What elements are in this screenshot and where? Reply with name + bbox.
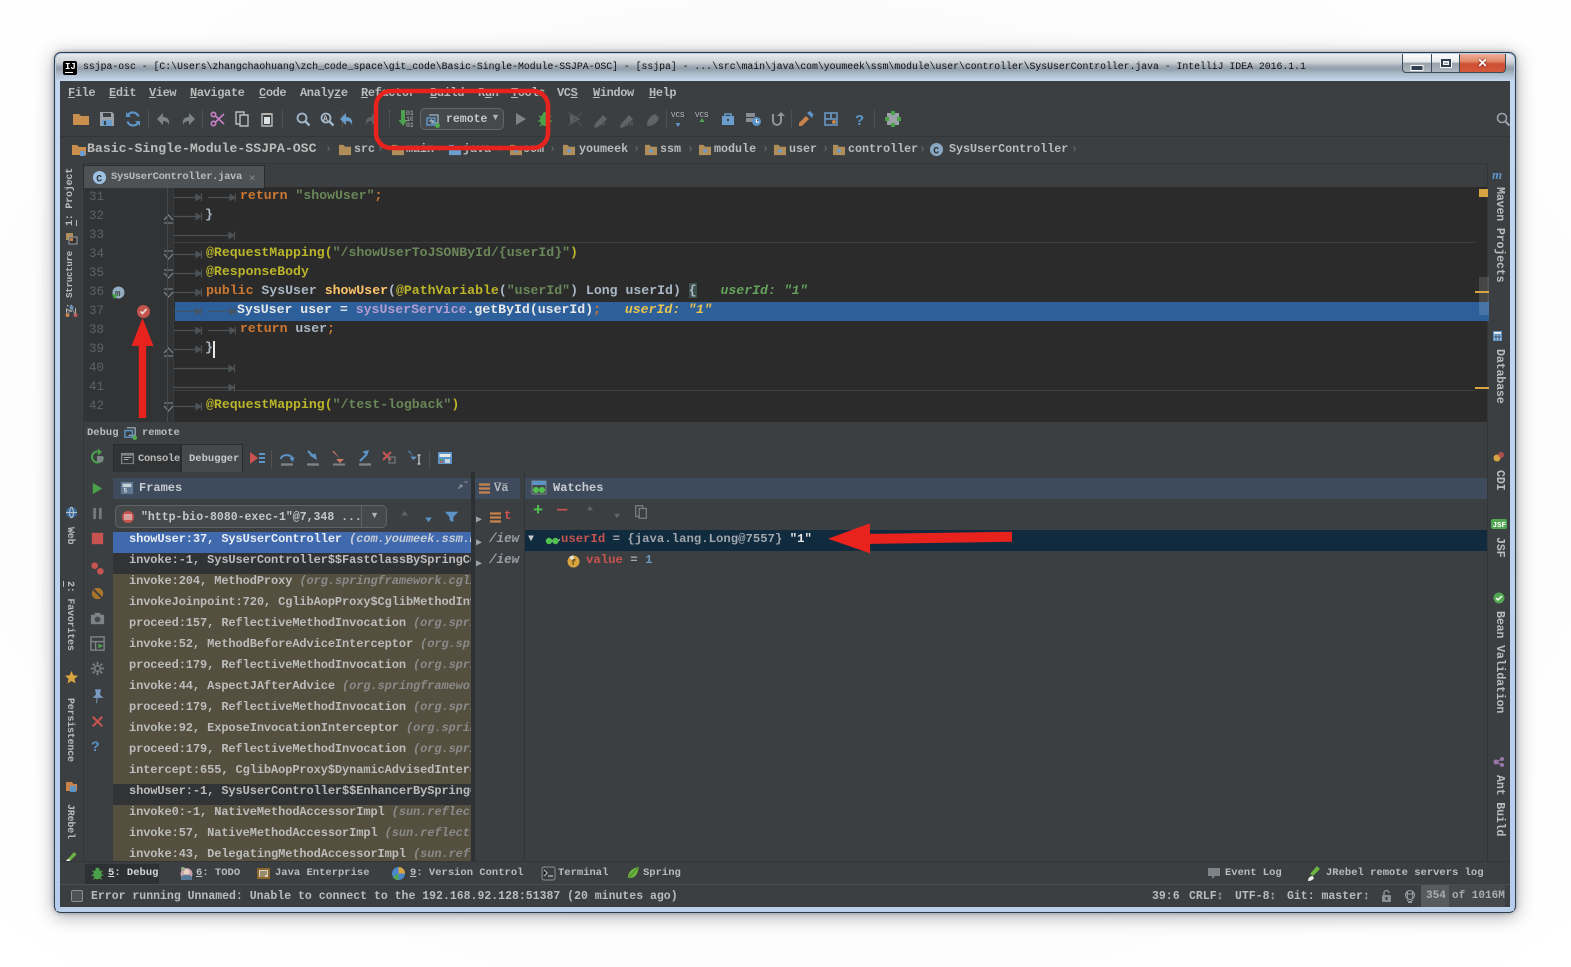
- svg-text:m: m: [115, 289, 121, 299]
- svg-text:5: 5: [124, 487, 128, 494]
- svg-text:VCS: VCS: [671, 112, 685, 120]
- svg-text:C: C: [933, 145, 939, 156]
- svg-text:01: 01: [406, 122, 413, 129]
- svg-text:R: R: [601, 121, 606, 128]
- svg-text:JR: JR: [625, 121, 634, 128]
- svg-text:A: A: [323, 115, 328, 124]
- svg-text:f: f: [571, 558, 576, 568]
- svg-text:JSF: JSF: [1493, 522, 1507, 530]
- svg-text:C: C: [96, 173, 102, 184]
- svg-text:?: ?: [855, 112, 864, 128]
